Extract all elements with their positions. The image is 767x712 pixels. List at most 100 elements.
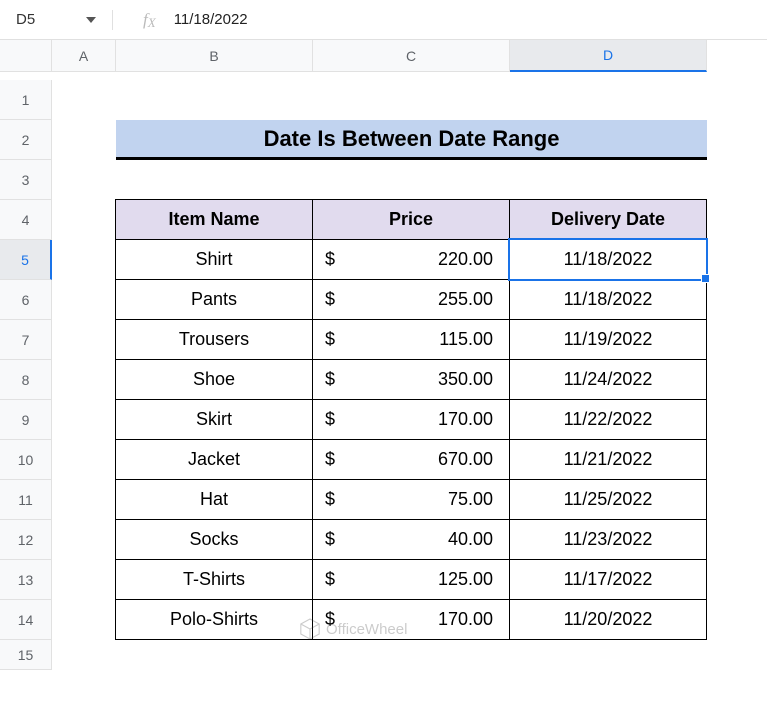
cell-B9[interactable]: Skirt: [115, 399, 313, 440]
col-header-A[interactable]: A: [52, 40, 116, 72]
cell-C5[interactable]: $220.00: [312, 239, 510, 280]
cell-B13[interactable]: T-Shirts: [115, 559, 313, 600]
currency-symbol: $: [323, 449, 335, 470]
row-header-1[interactable]: 1: [0, 80, 52, 120]
cell-A6[interactable]: [52, 280, 116, 320]
row-header-5[interactable]: 5: [0, 240, 52, 280]
row-header-15[interactable]: 15: [0, 640, 52, 670]
header-price[interactable]: Price: [312, 199, 510, 240]
cell-A15[interactable]: [52, 640, 116, 670]
cell-B8[interactable]: Shoe: [115, 359, 313, 400]
cell-D7[interactable]: 11/19/2022: [509, 319, 707, 360]
row-header-7[interactable]: 7: [0, 320, 52, 360]
row-header-12[interactable]: 12: [0, 520, 52, 560]
col-header-C[interactable]: C: [313, 40, 510, 72]
select-all-corner[interactable]: [0, 40, 52, 72]
cell-B12[interactable]: Socks: [115, 519, 313, 560]
title-text: Date Is Between Date Range: [264, 126, 560, 152]
cell-C9[interactable]: $170.00: [312, 399, 510, 440]
cell-A11[interactable]: [52, 480, 116, 520]
watermark-text: OfficeWheel: [326, 621, 407, 638]
header-item[interactable]: Item Name: [115, 199, 313, 240]
formula-value: 11/18/2022: [174, 11, 248, 28]
price-value: 125.00: [438, 569, 499, 590]
cell-C12[interactable]: $40.00: [312, 519, 510, 560]
title-cell[interactable]: Date Is Between Date Range: [116, 120, 707, 160]
row-header-8[interactable]: 8: [0, 360, 52, 400]
cube-icon: [300, 618, 320, 640]
spreadsheet-grid[interactable]: A B C D 1 2 Date Is Between Date Range 3…: [0, 40, 767, 680]
row-header-3[interactable]: 3: [0, 160, 52, 200]
row-header-6[interactable]: 6: [0, 280, 52, 320]
currency-symbol: $: [323, 529, 335, 550]
cell-B6[interactable]: Pants: [115, 279, 313, 320]
cell-D12[interactable]: 11/23/2022: [509, 519, 707, 560]
cell-A14[interactable]: [52, 600, 116, 640]
cell-C6[interactable]: $255.00: [312, 279, 510, 320]
cell-B11[interactable]: Hat: [115, 479, 313, 520]
header-date[interactable]: Delivery Date: [509, 199, 707, 240]
cell-D3[interactable]: [510, 160, 707, 200]
cell-A1[interactable]: [52, 80, 116, 120]
currency-symbol: $: [323, 569, 335, 590]
currency-symbol: $: [323, 369, 335, 390]
cell-D5[interactable]: 11/18/2022: [509, 239, 707, 280]
currency-symbol: $: [323, 249, 335, 270]
cell-C1[interactable]: [313, 80, 510, 120]
col-header-D[interactable]: D: [510, 40, 707, 72]
cell-D13[interactable]: 11/17/2022: [509, 559, 707, 600]
cell-A10[interactable]: [52, 440, 116, 480]
cell-C8[interactable]: $350.00: [312, 359, 510, 400]
cell-B1[interactable]: [116, 80, 313, 120]
row-header-14[interactable]: 14: [0, 600, 52, 640]
cell-A9[interactable]: [52, 400, 116, 440]
price-value: 670.00: [438, 449, 499, 470]
row-header-2[interactable]: 2: [0, 120, 52, 160]
cell-D11[interactable]: 11/25/2022: [509, 479, 707, 520]
cell-B14[interactable]: Polo-Shirts: [115, 599, 313, 640]
cell-D6[interactable]: 11/18/2022: [509, 279, 707, 320]
cell-D14[interactable]: 11/20/2022: [509, 599, 707, 640]
cell-B15[interactable]: [116, 640, 313, 670]
cell-A4[interactable]: [52, 200, 116, 240]
cell-D15[interactable]: [510, 640, 707, 670]
formula-bar[interactable]: fX 11/18/2022: [123, 10, 248, 30]
cell-B7[interactable]: Trousers: [115, 319, 313, 360]
cell-A2[interactable]: [52, 120, 116, 160]
fx-icon: fX: [143, 10, 156, 30]
row-header-13[interactable]: 13: [0, 560, 52, 600]
cell-D8[interactable]: 11/24/2022: [509, 359, 707, 400]
cell-D10[interactable]: 11/21/2022: [509, 439, 707, 480]
currency-symbol: $: [323, 289, 335, 310]
cell-C13[interactable]: $125.00: [312, 559, 510, 600]
cell-C11[interactable]: $75.00: [312, 479, 510, 520]
cell-A7[interactable]: [52, 320, 116, 360]
row-header-4[interactable]: 4: [0, 200, 52, 240]
cell-C3[interactable]: [313, 160, 510, 200]
price-value: 170.00: [438, 609, 499, 630]
cell-A3[interactable]: [52, 160, 116, 200]
row-header-10[interactable]: 10: [0, 440, 52, 480]
cell-B3[interactable]: [116, 160, 313, 200]
cell-A5[interactable]: [52, 240, 116, 280]
name-box[interactable]: D5: [6, 6, 102, 34]
cell-A13[interactable]: [52, 560, 116, 600]
cell-A12[interactable]: [52, 520, 116, 560]
cell-B10[interactable]: Jacket: [115, 439, 313, 480]
cell-B5[interactable]: Shirt: [115, 239, 313, 280]
currency-symbol: $: [323, 409, 335, 430]
col-header-B[interactable]: B: [116, 40, 313, 72]
row-header-11[interactable]: 11: [0, 480, 52, 520]
cell-C15[interactable]: [313, 640, 510, 670]
price-value: 350.00: [438, 369, 499, 390]
separator: [112, 10, 113, 30]
row-header-9[interactable]: 9: [0, 400, 52, 440]
cell-D9[interactable]: 11/22/2022: [509, 399, 707, 440]
cell-D1[interactable]: [510, 80, 707, 120]
currency-symbol: $: [323, 329, 335, 350]
cell-C10[interactable]: $670.00: [312, 439, 510, 480]
cell-A8[interactable]: [52, 360, 116, 400]
price-value: 170.00: [438, 409, 499, 430]
cell-C7[interactable]: $115.00: [312, 319, 510, 360]
formula-bar-row: D5 fX 11/18/2022: [0, 0, 767, 40]
